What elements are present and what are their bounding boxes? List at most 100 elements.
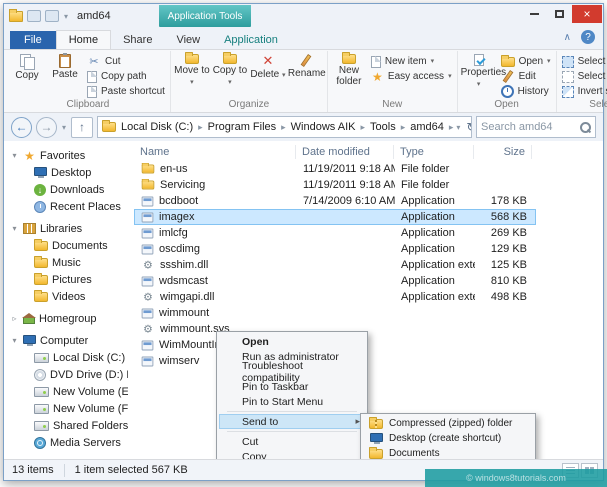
watermark: © windows8tutorials.com <box>425 469 607 487</box>
move-to-button[interactable]: Move to ▾ <box>174 52 210 88</box>
breadcrumb-segment[interactable]: Windows AIK <box>288 121 359 133</box>
crumb-separator-icon[interactable]: ▸ <box>198 122 203 133</box>
send-to-documents[interactable]: Documents <box>363 446 533 459</box>
file-row[interactable]: ⚙ssshim.dll Application extens... 125 KB <box>134 257 536 273</box>
sidebar-item-favorites[interactable]: ▾ ★ Favorites <box>4 147 128 164</box>
file-row[interactable]: wdsmcast Application 810 KB <box>134 273 536 289</box>
application-icon <box>141 212 154 222</box>
file-row-selected[interactable]: imagex Application 568 KB <box>134 209 536 225</box>
file-row[interactable]: Servicing 11/19/2011 9:18 AM File folder <box>134 177 536 193</box>
cut-button[interactable]: ✂ Cut <box>85 55 167 68</box>
sidebar-item-downloads[interactable]: ↓ Downloads <box>4 181 128 198</box>
copy-to-button[interactable]: Copy to ▾ <box>212 52 248 88</box>
tab-application[interactable]: Application <box>212 31 290 49</box>
sidebar-item-local-disk-c[interactable]: Local Disk (C:) <box>4 349 128 366</box>
select-none-button[interactable]: Select none <box>560 70 607 83</box>
back-button[interactable]: ← <box>11 116 32 138</box>
sidebar-item-videos[interactable]: Videos <box>4 288 128 305</box>
sidebar-item-computer[interactable]: ▾ Computer <box>4 332 128 349</box>
search-icon[interactable] <box>580 121 591 133</box>
sidebar-item-libraries[interactable]: ▾ Libraries <box>4 220 128 237</box>
sidebar-item-homegroup[interactable]: ▹ Homegroup <box>4 310 128 327</box>
breadcrumb[interactable]: Local Disk (C:) ▸ Program Files ▸ Window… <box>97 116 472 138</box>
minimize-ribbon-icon[interactable]: ∧ <box>564 32 571 43</box>
history-button[interactable]: History <box>499 85 553 98</box>
column-header-name[interactable]: Name <box>134 145 296 159</box>
drive-icon <box>34 403 49 414</box>
easy-access-button[interactable]: ★ Easy access ▾ <box>369 70 454 83</box>
delete-button[interactable]: ✕ Delete ▾ <box>250 53 286 82</box>
qat-customize-icon[interactable]: ▾ <box>63 12 69 21</box>
qat-newfolder-button[interactable] <box>45 10 59 22</box>
minimize-button[interactable] <box>522 5 547 23</box>
column-header-date[interactable]: Date modified <box>296 145 394 159</box>
tab-view[interactable]: View <box>164 31 212 49</box>
refresh-icon[interactable]: ↻ <box>466 120 471 134</box>
copy-path-button[interactable]: Copy path <box>85 70 167 83</box>
file-row[interactable]: bcdboot 7/14/2009 6:10 AM Application 17… <box>134 193 536 209</box>
file-row[interactable]: imlcfg Application 269 KB <box>134 225 536 241</box>
menu-item-pin-to-start-menu[interactable]: Pin to Start Menu <box>219 394 365 409</box>
menu-item-copy[interactable]: Copy <box>219 449 365 460</box>
qat-properties-button[interactable] <box>27 10 41 22</box>
select-all-button[interactable]: Select all <box>560 55 607 68</box>
crumb-separator-icon[interactable]: ▸ <box>449 122 454 133</box>
open-button[interactable]: Open ▾ <box>499 54 553 68</box>
file-row[interactable]: en-us 11/19/2011 9:18 AM File folder <box>134 161 536 177</box>
menu-item-open[interactable]: Open <box>219 334 365 349</box>
sidebar-item-documents[interactable]: Documents <box>4 237 128 254</box>
column-header-type[interactable]: Type <box>394 145 474 159</box>
breadcrumb-segment[interactable]: amd64 <box>407 121 447 133</box>
close-button[interactable]: × <box>572 5 602 23</box>
maximize-button[interactable] <box>547 5 572 23</box>
copy-button[interactable]: Copy <box>9 53 45 83</box>
recent-pages-icon[interactable]: ▾ <box>61 123 67 132</box>
tab-file[interactable]: File <box>10 31 56 49</box>
menu-item-cut[interactable]: Cut <box>219 434 365 449</box>
crumb-separator-icon[interactable]: ▸ <box>281 122 286 133</box>
sidebar-item-recent-places[interactable]: Recent Places <box>4 198 128 215</box>
breadcrumb-segment[interactable]: Program Files <box>205 121 279 133</box>
sidebar-item-shared-folders[interactable]: Shared Folders (\\vn <box>4 417 128 434</box>
search-input[interactable] <box>481 121 576 133</box>
properties-button[interactable]: Properties ▾ <box>461 53 506 90</box>
new-folder-button[interactable]: New folder <box>331 52 367 88</box>
column-header-size[interactable]: Size <box>474 145 532 159</box>
up-button[interactable]: ↑ <box>71 116 94 138</box>
file-row[interactable]: ⚙wimgapi.dll Application extens... 498 K… <box>134 289 536 305</box>
crumb-separator-icon[interactable]: ▸ <box>401 122 406 133</box>
sidebar-item-desktop[interactable]: Desktop <box>4 164 128 181</box>
expander-icon[interactable]: ▾ <box>10 336 19 345</box>
breadcrumb-segment[interactable]: Local Disk (C:) <box>118 121 196 133</box>
forward-button[interactable]: → <box>36 116 57 138</box>
column-headers: Name Date modified Type Size <box>134 143 603 161</box>
edit-button[interactable]: Edit <box>499 70 553 83</box>
sidebar-item-dvd-drive-d[interactable]: DVD Drive (D:) KB3A <box>4 366 128 383</box>
expander-icon[interactable]: ▾ <box>10 151 19 160</box>
crumb-separator-icon[interactable]: ▸ <box>360 122 365 133</box>
rename-button[interactable]: Rename <box>288 53 326 81</box>
tab-share[interactable]: Share <box>111 31 164 49</box>
help-icon[interactable]: ? <box>581 30 595 44</box>
menu-item-troubleshoot-compatibility[interactable]: Troubleshoot compatibility <box>219 360 365 384</box>
expander-icon[interactable]: ▾ <box>10 224 19 233</box>
sidebar-item-music[interactable]: Music <box>4 254 128 271</box>
sidebar-item-new-volume-f[interactable]: New Volume (F:) <box>4 400 128 417</box>
invert-selection-button[interactable]: Invert selection <box>560 85 607 98</box>
send-to-compressed-folder[interactable]: Compressed (zipped) folder <box>363 416 533 431</box>
file-row[interactable]: oscdimg Application 129 KB <box>134 241 536 257</box>
send-to-desktop-shortcut[interactable]: Desktop (create shortcut) <box>363 431 533 446</box>
new-item-button[interactable]: New item ▾ <box>369 55 454 68</box>
menu-item-send-to[interactable]: Send to ▸ <box>219 414 365 429</box>
breadcrumb-segment[interactable]: Tools <box>367 121 399 133</box>
file-row[interactable]: wimmount <box>134 305 536 321</box>
paste-shortcut-button[interactable]: Paste shortcut <box>85 85 167 98</box>
sidebar-item-new-volume-e[interactable]: New Volume (E:) <box>4 383 128 400</box>
address-dropdown-icon[interactable]: ▾ <box>455 123 461 132</box>
sidebar-item-media-servers[interactable]: Media Servers <box>4 434 128 451</box>
paste-button[interactable]: Paste <box>47 53 83 82</box>
sidebar-item-pictures[interactable]: Pictures <box>4 271 128 288</box>
search-box[interactable] <box>476 116 596 138</box>
tab-home[interactable]: Home <box>55 30 112 49</box>
expander-icon[interactable]: ▹ <box>10 314 19 323</box>
